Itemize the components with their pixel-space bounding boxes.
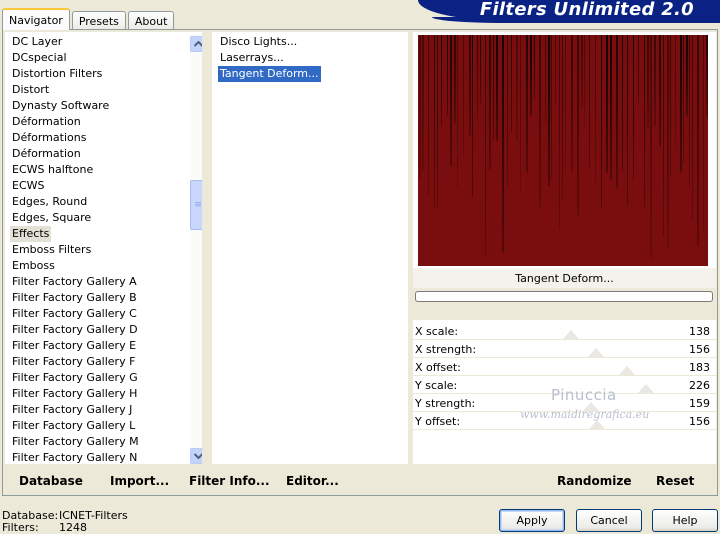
- left-toolbar: Database Import... Filter Info... Editor…: [4, 466, 409, 493]
- category-item[interactable]: Distortion Filters: [10, 66, 104, 82]
- param-value: 226: [689, 379, 710, 392]
- param-value: 138: [689, 325, 710, 338]
- category-item[interactable]: Edges, Round: [10, 194, 89, 210]
- param-row[interactable]: X strength: 156: [413, 340, 716, 358]
- param-value: 156: [689, 343, 710, 356]
- help-button[interactable]: Help: [652, 509, 718, 532]
- param-row[interactable]: X offset: 183: [413, 358, 716, 376]
- param-label: Y strength:: [415, 397, 476, 410]
- scroll-up-button[interactable]: [190, 36, 202, 52]
- tab-presets[interactable]: Presets: [71, 11, 126, 30]
- randomize-button[interactable]: Randomize: [557, 474, 631, 488]
- category-item[interactable]: Filter Factory Gallery M: [10, 434, 141, 450]
- progress-bar: [415, 291, 713, 302]
- category-item[interactable]: Déformations: [10, 130, 88, 146]
- filter-item[interactable]: Laserrays...: [218, 50, 286, 66]
- param-label: Y scale:: [415, 379, 458, 392]
- category-item[interactable]: Distort: [10, 82, 51, 98]
- watermark-name: Pinuccia: [551, 386, 617, 404]
- category-item[interactable]: Filter Factory Gallery J: [10, 402, 134, 418]
- param-value: 183: [689, 361, 710, 374]
- reset-button[interactable]: Reset: [656, 474, 694, 488]
- filter-item[interactable]: Disco Lights...: [218, 34, 299, 50]
- slider-marker[interactable]: [563, 330, 579, 339]
- category-item[interactable]: Filter Factory Gallery A: [10, 274, 139, 290]
- chevron-up-icon: [193, 41, 202, 47]
- scroll-thumb[interactable]: ≡: [190, 180, 202, 230]
- import-button[interactable]: Import...: [110, 474, 169, 488]
- category-item[interactable]: Emboss Filters: [10, 242, 93, 258]
- filter-item[interactable]: Tangent Deform...: [218, 66, 321, 82]
- param-value: 159: [689, 397, 710, 410]
- category-list[interactable]: DC Layer DCspecial Distortion Filters Disto…: [5, 32, 202, 464]
- grip-icon: ≡: [194, 200, 202, 210]
- param-value: 156: [689, 415, 710, 428]
- category-item[interactable]: Filter Factory Gallery D: [10, 322, 140, 338]
- category-item[interactable]: Filter Factory Gallery G: [10, 370, 140, 386]
- watermark-url: www.maidiregrafica.eu: [520, 408, 650, 421]
- preview-pattern: [418, 35, 708, 266]
- param-label: X strength:: [415, 343, 477, 356]
- category-item[interactable]: Filter Factory Gallery F: [10, 354, 137, 370]
- category-item[interactable]: DC Layer: [10, 34, 64, 50]
- chevron-down-icon: [193, 453, 202, 459]
- category-item[interactable]: Déformation: [10, 114, 83, 130]
- cancel-button[interactable]: Cancel: [576, 509, 642, 532]
- right-toolbar: Randomize Reset: [413, 466, 716, 493]
- tab-navigator[interactable]: Navigator: [2, 8, 70, 30]
- category-item[interactable]: DCspecial: [10, 50, 69, 66]
- category-item[interactable]: Filter Factory Gallery E: [10, 338, 138, 354]
- category-item[interactable]: Filter Factory Gallery L: [10, 418, 137, 434]
- category-item[interactable]: Filter Factory Gallery B: [10, 290, 139, 306]
- editor-button[interactable]: Editor...: [286, 474, 339, 488]
- banner-stripe: [432, 17, 720, 23]
- database-button[interactable]: Database: [19, 474, 83, 488]
- category-item[interactable]: Effects: [10, 226, 52, 242]
- category-item[interactable]: Dynasty Software: [10, 98, 111, 114]
- slider-marker[interactable]: [638, 384, 654, 393]
- apply-button[interactable]: Apply: [499, 509, 565, 532]
- category-item[interactable]: Filter Factory Gallery H: [10, 386, 139, 402]
- slider-marker[interactable]: [588, 348, 604, 357]
- param-label: X offset:: [415, 361, 461, 374]
- list-separator: [203, 32, 212, 464]
- selected-filter-name: Tangent Deform...: [413, 268, 716, 288]
- preview-image: [418, 35, 708, 266]
- tab-bar: Navigator Presets About: [2, 6, 176, 30]
- param-row[interactable]: X scale: 138: [413, 322, 716, 340]
- tab-about[interactable]: About: [127, 11, 175, 30]
- filter-info-button[interactable]: Filter Info...: [189, 474, 270, 488]
- category-item[interactable]: Filter Factory Gallery C: [10, 306, 139, 322]
- scroll-down-button[interactable]: [190, 448, 202, 464]
- category-item[interactable]: Edges, Square: [10, 210, 93, 226]
- preview-frame: [413, 32, 716, 268]
- filters-label: Filters:: [2, 521, 39, 534]
- category-item[interactable]: ECWS halftone: [10, 162, 95, 178]
- filters-status: Filters: 1248: [2, 521, 87, 534]
- category-item[interactable]: Déformation: [10, 146, 83, 162]
- category-item[interactable]: Emboss: [10, 258, 57, 274]
- filter-list[interactable]: Disco Lights... Laserrays... Tangent Defor…: [212, 32, 408, 464]
- category-scrollbar[interactable]: ≡: [190, 34, 202, 464]
- category-item[interactable]: ECWS: [10, 178, 47, 194]
- param-label: Y offset:: [415, 415, 461, 428]
- slider-marker[interactable]: [619, 366, 635, 375]
- slider-marker[interactable]: [589, 420, 605, 429]
- filters-value: 1248: [59, 521, 87, 534]
- category-item[interactable]: Filter Factory Gallery N: [10, 450, 139, 464]
- param-label: X scale:: [415, 325, 459, 338]
